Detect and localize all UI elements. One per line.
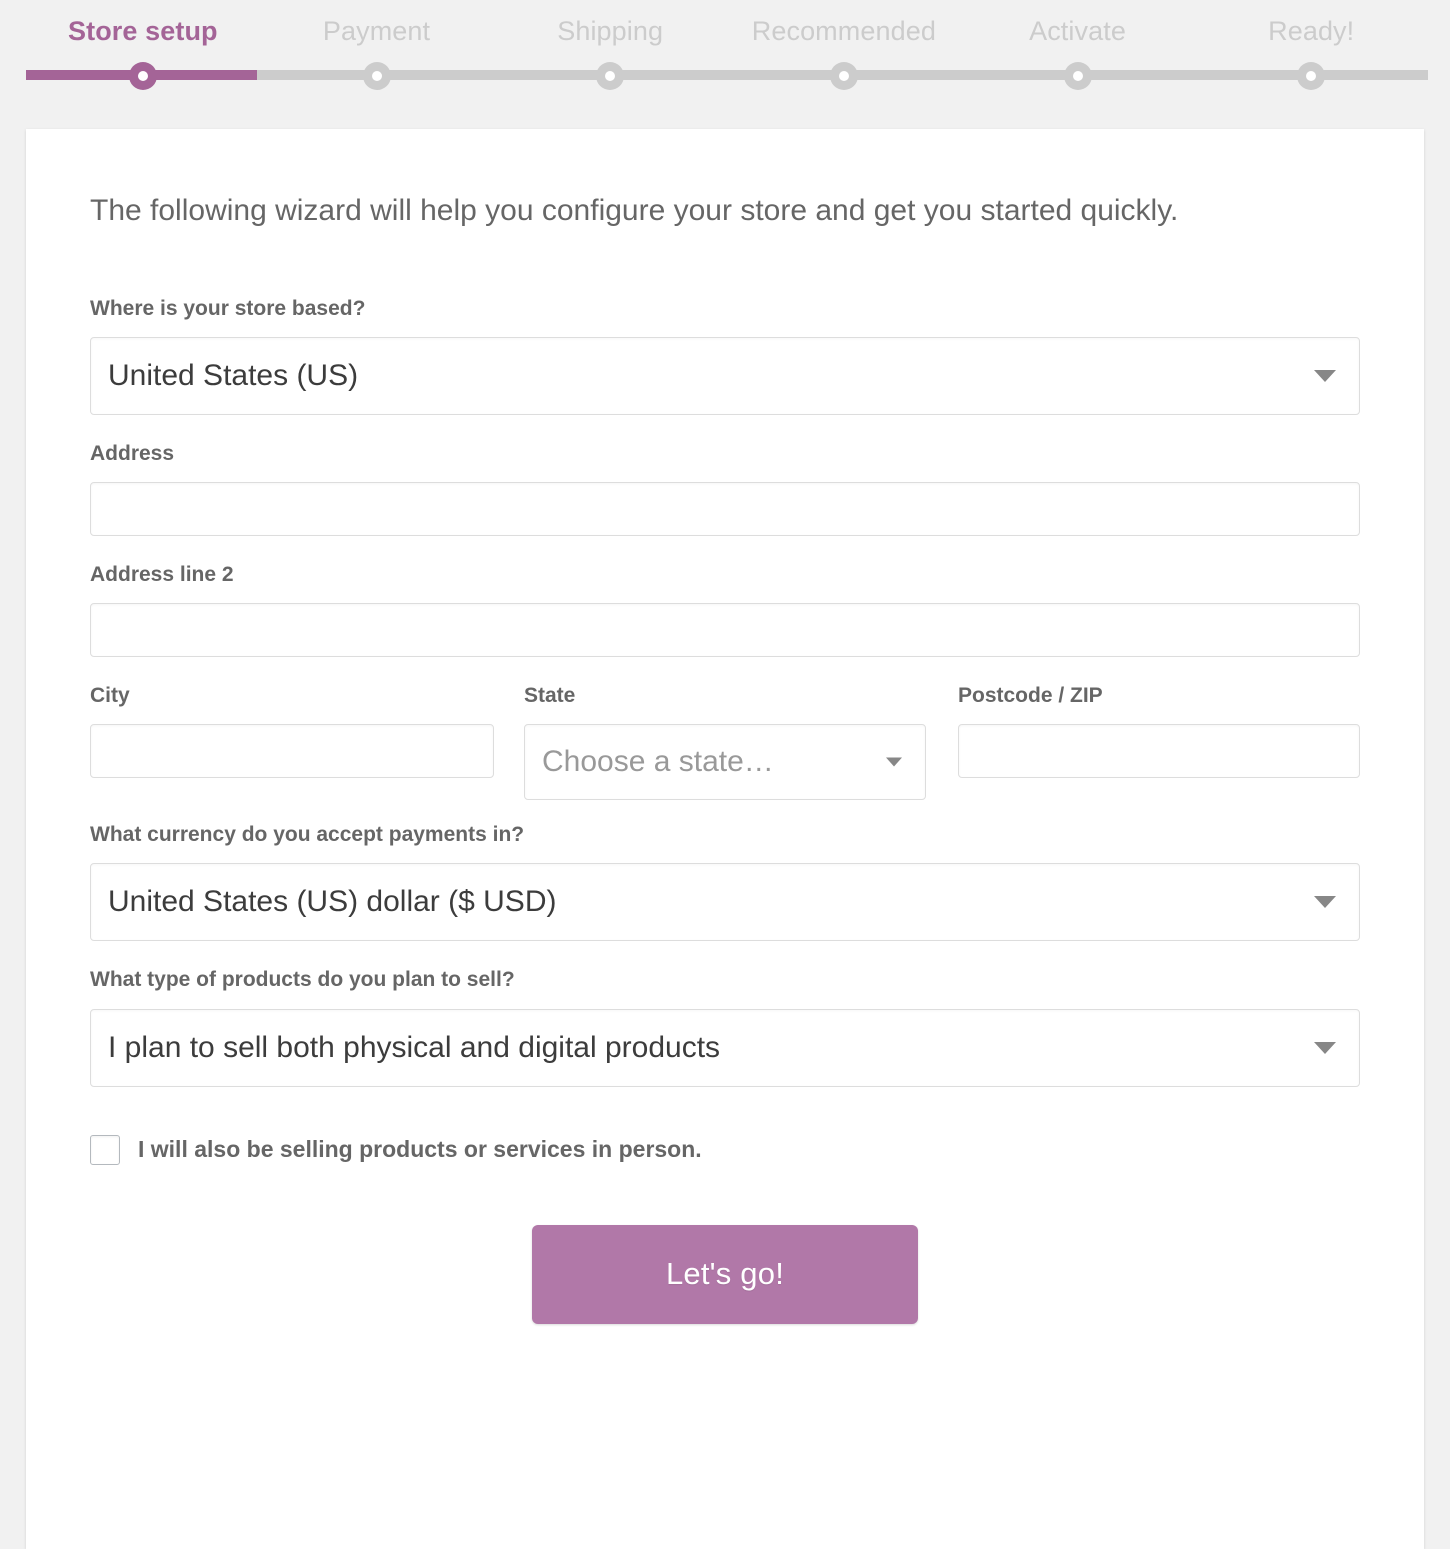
field-address-2: Address line 2 (90, 562, 1360, 657)
product-types-select[interactable]: I plan to sell both physical and digital… (90, 1009, 1360, 1087)
sell-in-person-label[interactable]: I will also be selling products or servi… (138, 1136, 702, 1164)
wizard-dot-shipping[interactable] (596, 62, 624, 90)
label-state: State (524, 683, 926, 708)
label-product-types: What type of products do you plan to sel… (90, 967, 1360, 992)
wizard-step-dot-cell (260, 60, 494, 92)
wizard-step-payment[interactable]: Payment (260, 0, 494, 60)
address-2-input[interactable] (90, 603, 1360, 657)
wizard-step-dot-cell (493, 60, 727, 92)
field-state: State Choose a state… (524, 683, 926, 800)
city-input[interactable] (90, 724, 494, 778)
wizard-step-dots (26, 60, 1428, 92)
field-postcode: Postcode / ZIP (958, 683, 1360, 800)
wizard-step-dot-cell (961, 60, 1195, 92)
wizard-step-dot-cell (26, 60, 260, 92)
wizard-step-indicator: Store setup Payment Shipping Recommended… (0, 0, 1450, 129)
label-address-1: Address (90, 441, 1360, 466)
postcode-input[interactable] (958, 724, 1360, 778)
wizard-step-labels: Store setup Payment Shipping Recommended… (26, 0, 1428, 60)
state-select[interactable]: Choose a state… (524, 724, 926, 800)
currency-select-wrapper: United States (US) dollar ($ USD) (90, 863, 1360, 941)
wizard-step-dot-cell (1194, 60, 1428, 92)
field-product-types: What type of products do you plan to sel… (90, 967, 1360, 1086)
label-currency: What currency do you accept payments in? (90, 822, 1360, 847)
submit-row: Let's go! (90, 1225, 1360, 1384)
product-types-select-wrapper: I plan to sell both physical and digital… (90, 1009, 1360, 1087)
address-city-state-zip-row: City State Choose a state… Postcode / ZI… (90, 683, 1360, 800)
wizard-step-dot-cell (727, 60, 961, 92)
label-address-2: Address line 2 (90, 562, 1360, 587)
sell-in-person-checkbox[interactable] (90, 1135, 120, 1165)
state-select-wrapper: Choose a state… (524, 724, 926, 800)
field-currency: What currency do you accept payments in?… (90, 822, 1360, 941)
store-setup-card: The following wizard will help you confi… (26, 129, 1424, 1549)
currency-select[interactable]: United States (US) dollar ($ USD) (90, 863, 1360, 941)
wizard-dot-ready[interactable] (1297, 62, 1325, 90)
wizard-step-recommended[interactable]: Recommended (727, 0, 961, 60)
country-select-wrapper: United States (US) (90, 337, 1360, 415)
wizard-dot-payment[interactable] (363, 62, 391, 90)
wizard-step-ready[interactable]: Ready! (1194, 0, 1428, 60)
country-select[interactable]: United States (US) (90, 337, 1360, 415)
field-country: Where is your store based? United States… (90, 296, 1360, 415)
store-setup-form: The following wizard will help you confi… (26, 129, 1424, 1384)
label-city: City (90, 683, 494, 708)
field-sell-in-person: I will also be selling products or servi… (90, 1135, 1360, 1165)
lets-go-button[interactable]: Let's go! (532, 1225, 918, 1324)
label-postcode: Postcode / ZIP (958, 683, 1360, 708)
wizard-step-activate[interactable]: Activate (961, 0, 1195, 60)
wizard-dot-activate[interactable] (1064, 62, 1092, 90)
wizard-step-store-setup[interactable]: Store setup (26, 0, 260, 60)
address-1-input[interactable] (90, 482, 1360, 536)
wizard-intro-text: The following wizard will help you confi… (90, 191, 1360, 232)
wizard-step-shipping[interactable]: Shipping (493, 0, 727, 60)
wizard-dot-store-setup[interactable] (129, 62, 157, 90)
label-country: Where is your store based? (90, 296, 1360, 321)
field-address-1: Address (90, 441, 1360, 536)
field-city: City (90, 683, 494, 800)
wizard-dot-recommended[interactable] (830, 62, 858, 90)
